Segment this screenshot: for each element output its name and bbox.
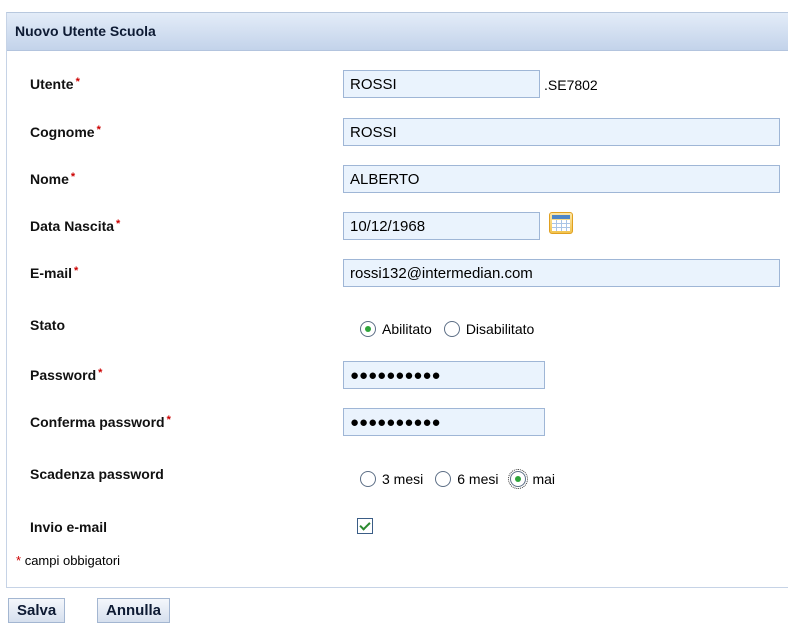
radio-mai[interactable] (508, 469, 529, 489)
radio-3-mesi-label[interactable]: 3 mesi (382, 471, 423, 487)
radio-disabilitato[interactable] (443, 321, 460, 337)
row-scadenza-password: Scadenza password 3 mesi 6 mesi mai (0, 460, 788, 490)
conferma-password-input[interactable] (343, 408, 545, 436)
row-stato: Stato Abilitato Disabilitato (0, 311, 788, 341)
row-utente: Utente* .SE7802 (0, 70, 788, 100)
password-label: Password * (30, 367, 103, 383)
nome-label: Nome * (30, 171, 76, 187)
radio-abilitato[interactable] (360, 321, 376, 337)
panel-header: Nuovo Utente Scuola (7, 13, 788, 51)
required-marker: * (74, 265, 79, 277)
email-label: E-mail * (30, 265, 79, 281)
nome-input[interactable] (343, 165, 780, 193)
scadenza-radio-group: 3 mesi 6 mesi mai (360, 467, 567, 491)
required-fields-note: * campi obbigatori (16, 553, 120, 568)
cognome-label: Cognome * (30, 124, 101, 140)
required-marker: * (116, 218, 121, 230)
row-data-nascita: Data Nascita * (0, 212, 788, 242)
stato-label: Stato (30, 317, 65, 333)
data-nascita-label: Data Nascita * (30, 218, 121, 234)
utente-label: Utente * (30, 76, 80, 92)
required-marker: * (75, 76, 80, 88)
required-marker: * (70, 171, 76, 183)
required-marker: * (98, 367, 103, 379)
radio-mai-label[interactable]: mai (532, 471, 555, 487)
row-cognome: Cognome * (0, 118, 788, 148)
note-text: campi obbigatori (24, 553, 121, 568)
row-invio-email: Invio e-mail (0, 513, 788, 543)
row-conferma-password: Conferma password * (0, 408, 788, 438)
row-email: E-mail * (0, 259, 788, 289)
note-star: * (16, 553, 22, 568)
radio-abilitato-label[interactable]: Abilitato (382, 321, 432, 337)
invio-email-label: Invio e-mail (30, 519, 108, 535)
required-marker: * (96, 124, 101, 136)
cancel-button[interactable]: Annulla (97, 598, 170, 623)
email-input[interactable] (343, 259, 780, 287)
conferma-password-label: Conferma password * (30, 414, 171, 430)
row-nome: Nome * (0, 165, 788, 195)
calendar-icon[interactable] (549, 212, 573, 234)
utente-input[interactable] (343, 70, 540, 98)
radio-6-mesi-label[interactable]: 6 mesi (457, 471, 498, 487)
data-nascita-input[interactable] (343, 212, 540, 240)
stato-radio-group: Abilitato Disabilitato (360, 317, 546, 341)
radio-3-mesi[interactable] (360, 471, 376, 487)
scadenza-password-label: Scadenza password (30, 466, 164, 482)
panel-title: Nuovo Utente Scuola (15, 23, 156, 39)
row-password: Password * (0, 361, 788, 391)
invio-email-checkbox[interactable] (357, 518, 373, 534)
required-marker: * (166, 414, 171, 426)
radio-6-mesi[interactable] (435, 471, 452, 487)
password-input[interactable] (343, 361, 545, 389)
cognome-input[interactable] (343, 118, 780, 146)
radio-disabilitato-label[interactable]: Disabilitato (466, 321, 534, 337)
utente-suffix: .SE7802 (544, 77, 598, 93)
save-button[interactable]: Salva (8, 598, 66, 623)
